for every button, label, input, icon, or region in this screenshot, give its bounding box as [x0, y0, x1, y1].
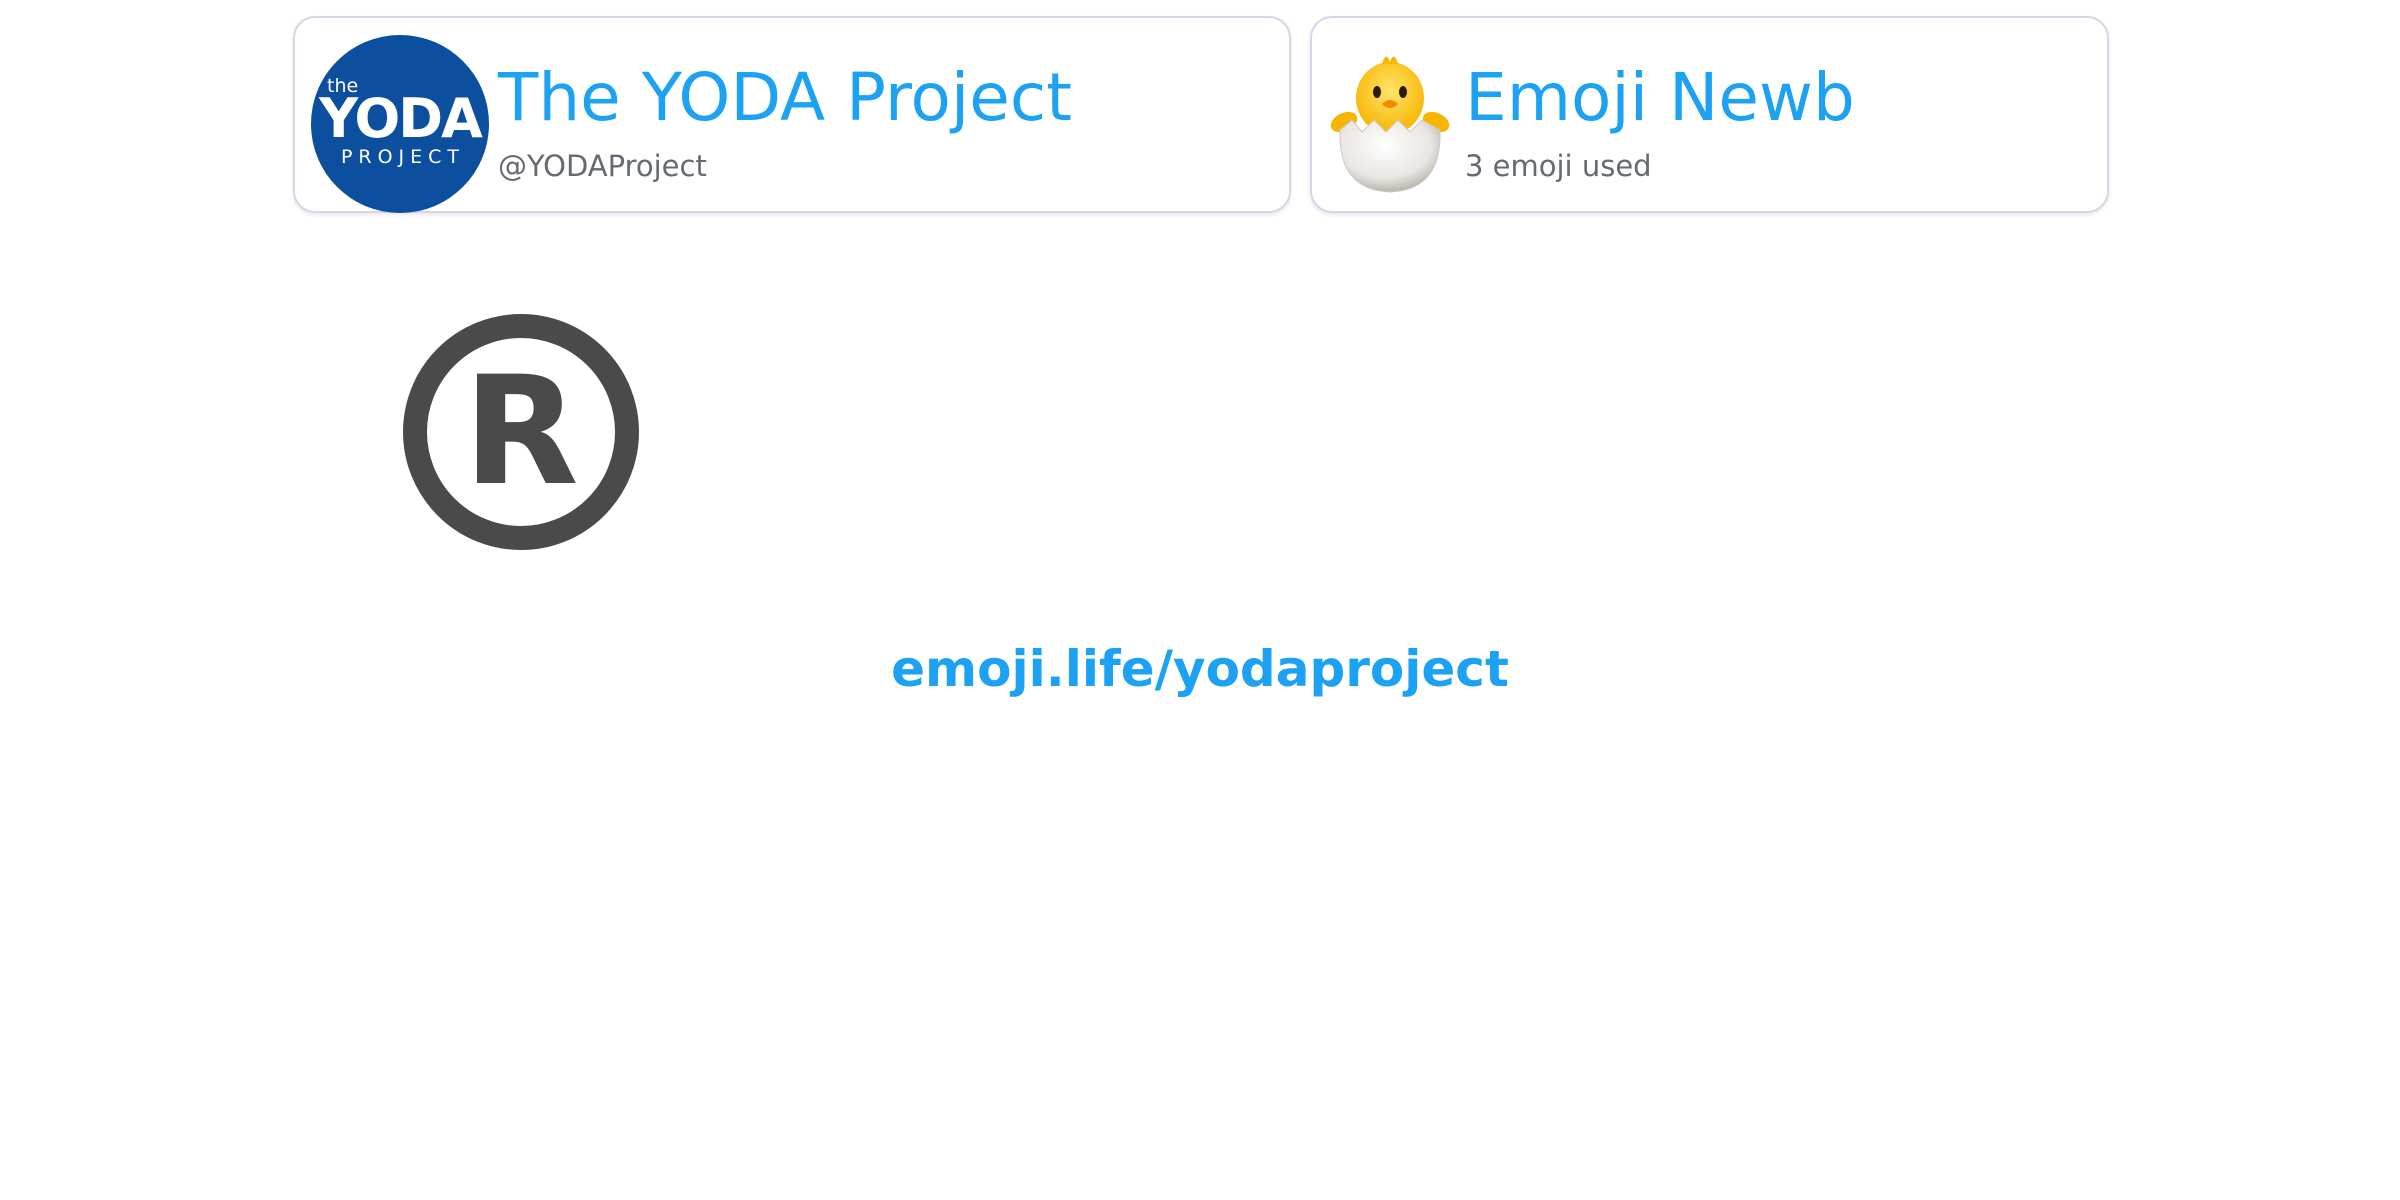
hatching-chick-icon	[1330, 56, 1450, 193]
registered-glyph: R	[463, 345, 579, 519]
registered-sign-icon: R	[403, 314, 639, 550]
avatar: the YODA PROJECT	[311, 35, 489, 213]
profile-card[interactable]: the YODA PROJECT The YODA Project @YODAP…	[293, 16, 1291, 213]
avatar-logo-project: PROJECT	[340, 146, 466, 168]
page: the YODA PROJECT The YODA Project @YODAP…	[0, 0, 2400, 1200]
share-link[interactable]: emoji.life/yodaproject	[0, 640, 2400, 698]
rank-card[interactable]: Emoji Newb 3 emoji used	[1310, 16, 2109, 213]
profile-handle: @YODAProject	[498, 149, 707, 183]
emoji-count: 3 emoji used	[1465, 149, 1652, 183]
profile-name[interactable]: The YODA Project	[498, 58, 1072, 137]
avatar-logo-yoda: YODA	[319, 87, 483, 150]
rank-title[interactable]: Emoji Newb	[1465, 58, 1855, 137]
